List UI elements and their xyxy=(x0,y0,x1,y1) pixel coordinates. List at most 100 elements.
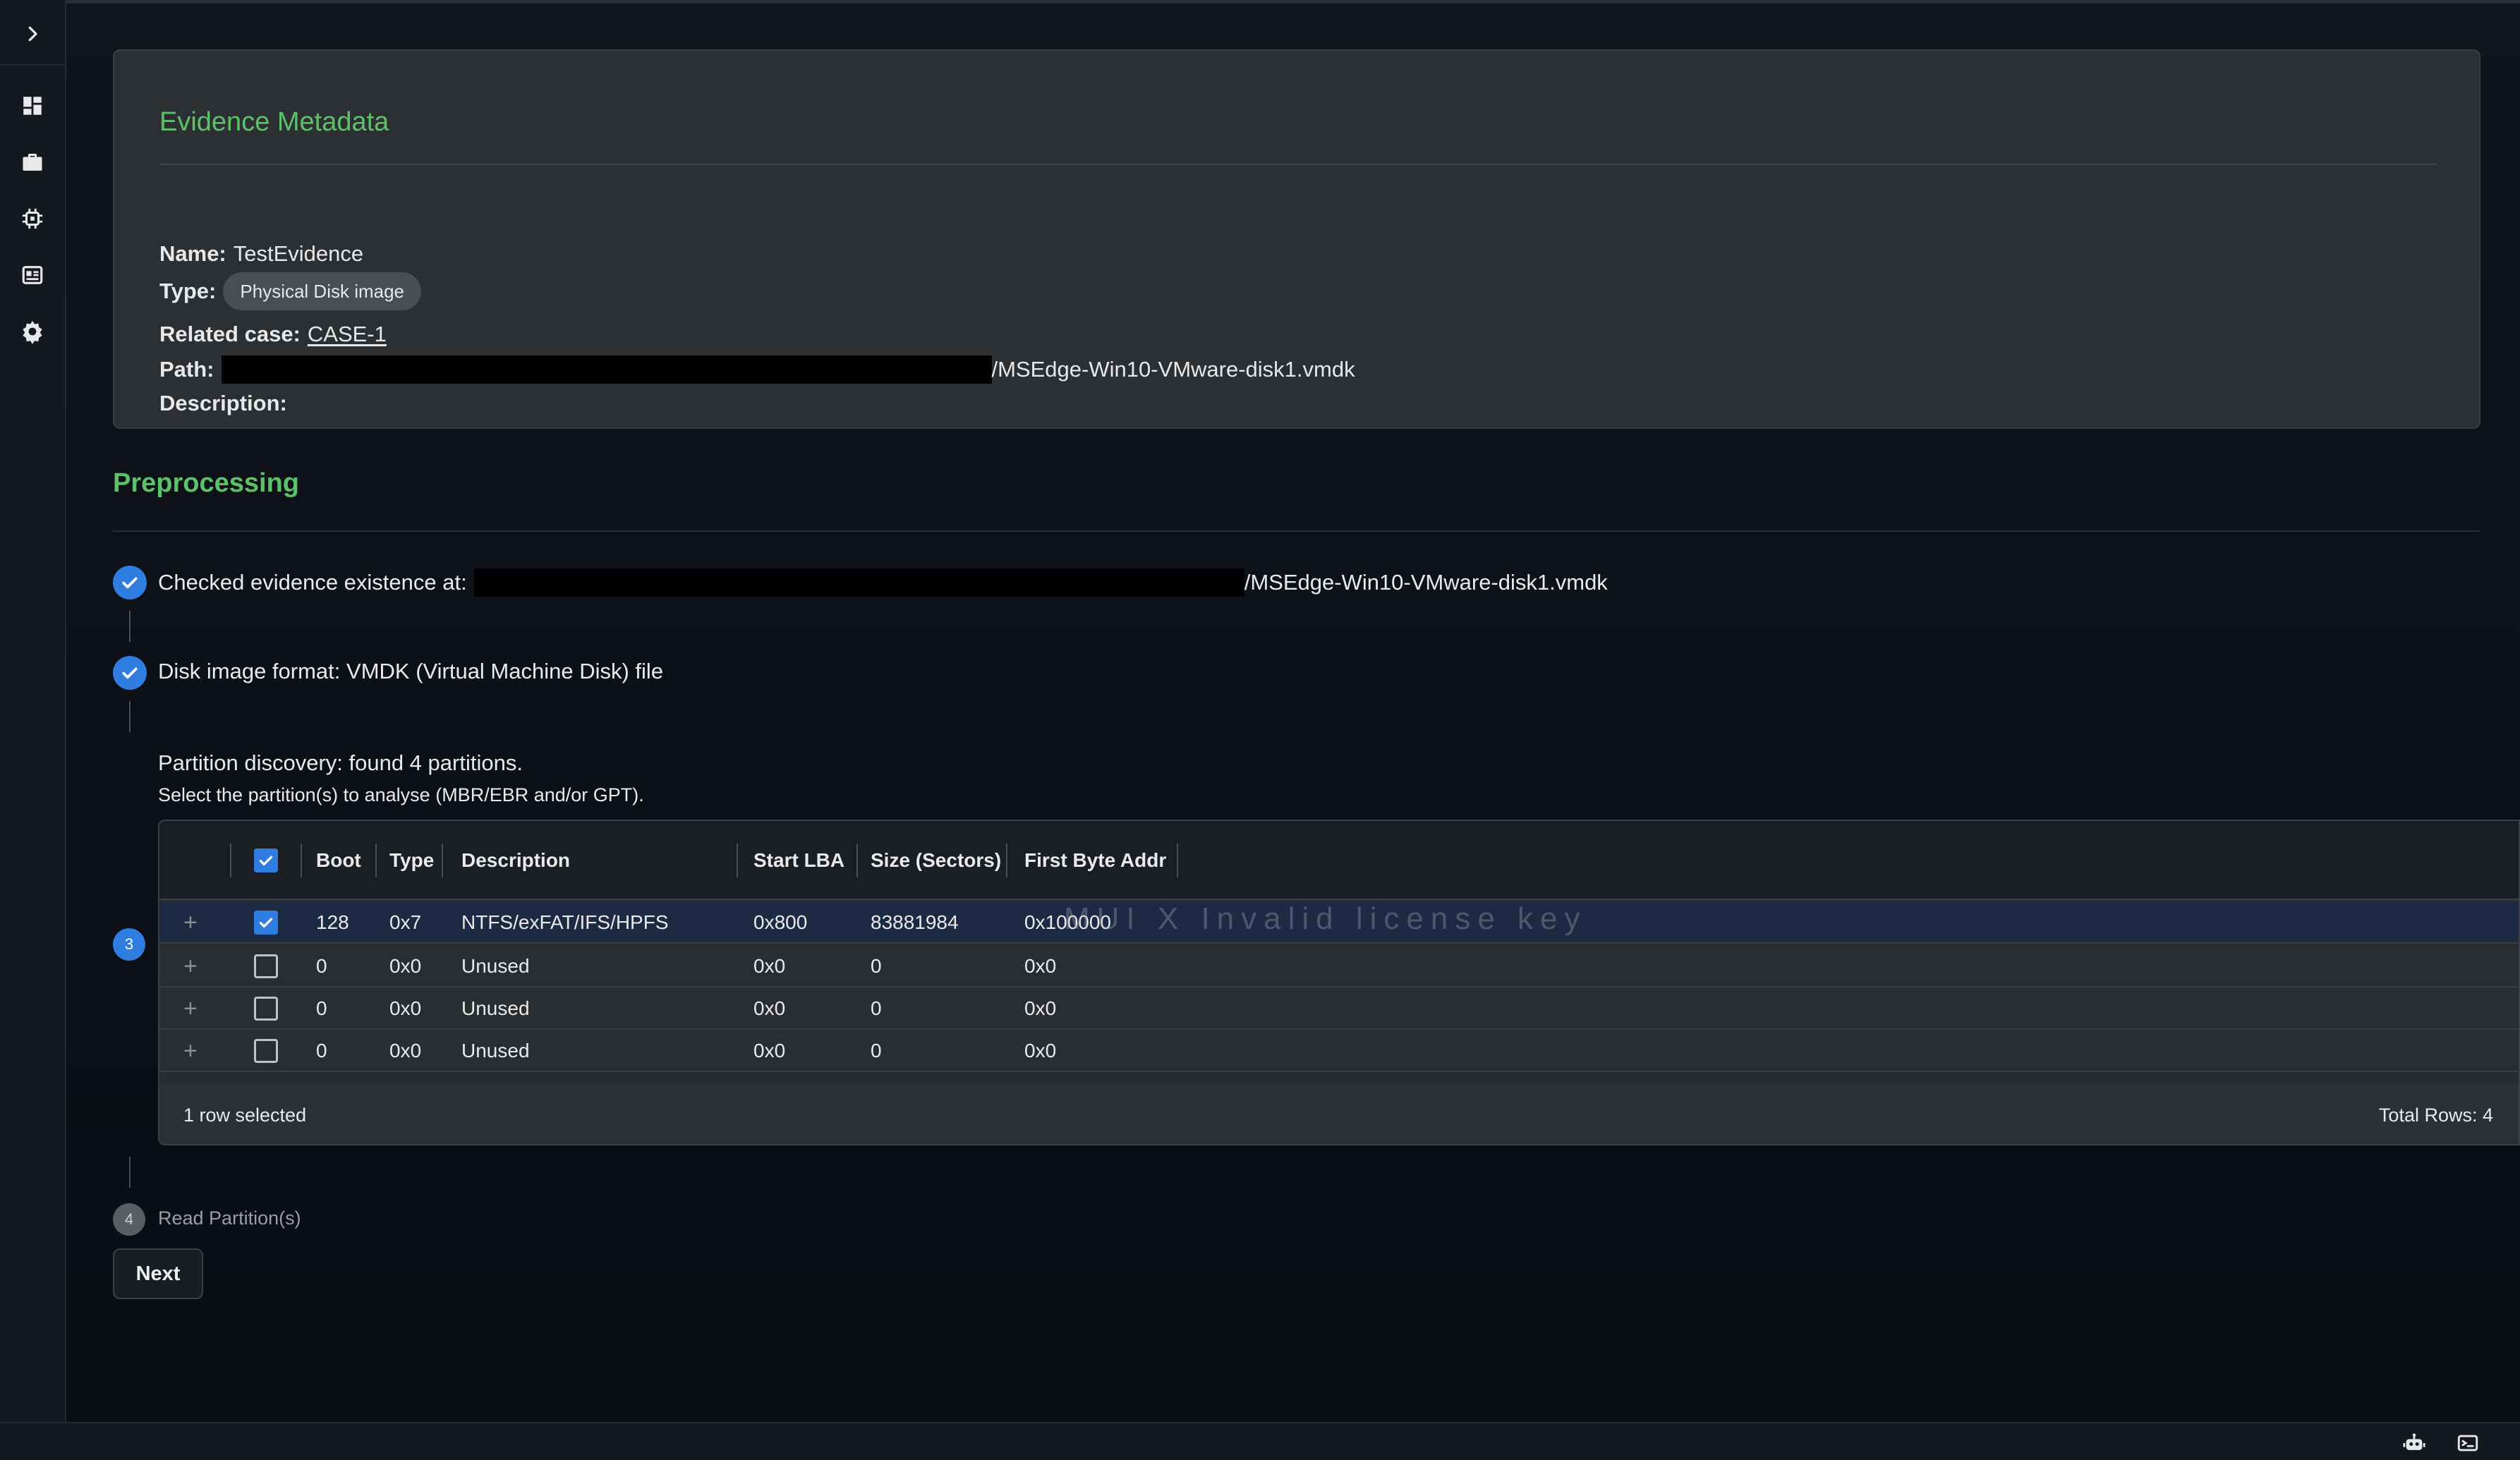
step-partition-instructions: Select the partition(s) to analyse (MBR/… xyxy=(158,784,644,805)
dashboard-icon xyxy=(23,97,42,115)
expand-row-button[interactable]: + xyxy=(183,945,198,987)
column-header-first-byte[interactable]: First Byte Addr xyxy=(1024,821,1166,900)
chip-icon xyxy=(22,208,43,229)
cell-description: Unused xyxy=(461,955,530,977)
partition-table: Boot Type Description Start LBA Size (Se… xyxy=(158,820,2520,1145)
row-checkbox[interactable] xyxy=(254,945,278,987)
column-separator xyxy=(301,844,302,877)
total-rows-count: Total Rows: 4 xyxy=(2378,1104,2493,1126)
column-separator xyxy=(1006,844,1007,877)
row-checkbox[interactable] xyxy=(254,1030,278,1072)
terminal-button[interactable] xyxy=(2454,1429,2482,1457)
step-evidence-existence: Checked evidence existence at: /MSEdge-W… xyxy=(158,568,1608,597)
selected-rows-count: 1 row selected xyxy=(183,1104,307,1126)
column-header-type[interactable]: Type xyxy=(389,821,434,900)
cell-first-byte: 0x0 xyxy=(1024,997,1057,1019)
expand-row-button[interactable]: + xyxy=(183,987,198,1030)
cell-size: 83881984 xyxy=(871,911,959,933)
cell-size: 0 xyxy=(871,955,882,977)
gear-icon xyxy=(23,321,42,344)
cell-type: 0x7 xyxy=(389,911,422,933)
sidebar-item-reports[interactable] xyxy=(16,258,49,292)
sidebar-toggle-button[interactable] xyxy=(0,4,65,66)
newspaper-icon xyxy=(22,266,43,284)
step1-label: Checked evidence existence at: xyxy=(158,570,467,595)
table-header: Boot Type Description Start LBA Size (Se… xyxy=(159,821,2519,900)
cell-boot: 0 xyxy=(316,997,327,1019)
check-icon xyxy=(122,667,138,679)
cell-first-byte: 0x100000 xyxy=(1024,911,1112,933)
column-header-start-lba[interactable]: Start LBA xyxy=(753,821,844,900)
redacted-block xyxy=(221,355,992,384)
name-label: Name: xyxy=(159,241,226,266)
sidebar-item-evidence[interactable] xyxy=(16,202,49,236)
meta-path-row: Path: /MSEdge-Win10-VMware-disk1.vmdk xyxy=(159,355,1355,384)
checkbox xyxy=(254,848,278,872)
related-case-label: Related case: xyxy=(159,322,301,346)
cell-type: 0x0 xyxy=(389,997,422,1019)
cell-start-lba: 0x0 xyxy=(753,1040,786,1061)
column-separator xyxy=(856,844,858,877)
table-row[interactable]: + 0 0x0 Unused 0x0 0 0x0 xyxy=(159,987,2519,1030)
cell-first-byte: 0x0 xyxy=(1024,1040,1057,1061)
table-footer: 1 row selected Total Rows: 4 xyxy=(159,1085,2519,1144)
terminal-icon xyxy=(2457,1435,2478,1452)
cell-boot: 0 xyxy=(316,1040,327,1061)
sidebar xyxy=(0,0,66,1422)
table-row[interactable]: + 128 0x7 NTFS/exFAT/IFS/HPFS 0x800 8388… xyxy=(159,901,2519,944)
cell-start-lba: 0x800 xyxy=(753,911,808,933)
row-checkbox[interactable] xyxy=(254,987,278,1030)
expand-row-button[interactable]: + xyxy=(183,901,198,944)
sidebar-item-settings[interactable] xyxy=(16,315,49,348)
checkbox xyxy=(254,997,278,1021)
checkbox xyxy=(254,1039,278,1063)
evidence-metadata-title: Evidence Metadata xyxy=(159,107,389,137)
meta-type-row: Type: Physical Disk image xyxy=(159,272,422,310)
path-value: /MSEdge-Win10-VMware-disk1.vmdk xyxy=(991,357,1355,382)
related-case-link[interactable]: CASE-1 xyxy=(308,322,387,347)
check-icon xyxy=(259,856,273,866)
step-number-4: 4 xyxy=(113,1203,145,1236)
section-divider xyxy=(113,530,2480,532)
column-header-description[interactable]: Description xyxy=(461,821,570,900)
column-header-size[interactable]: Size (Sectors) xyxy=(871,821,1001,900)
preprocessing-title: Preprocessing xyxy=(113,468,299,498)
description-label: Description: xyxy=(159,391,287,415)
cell-size: 0 xyxy=(871,997,882,1019)
column-separator xyxy=(442,844,443,877)
select-all-checkbox[interactable] xyxy=(254,821,278,900)
row-checkbox[interactable] xyxy=(254,901,278,944)
meta-name-row: Name: TestEvidence xyxy=(159,241,363,267)
type-chip: Physical Disk image xyxy=(223,272,422,310)
card-divider xyxy=(159,164,2437,165)
check-icon xyxy=(259,918,273,928)
column-separator xyxy=(737,844,738,877)
cell-start-lba: 0x0 xyxy=(753,955,786,977)
sidebar-item-cases[interactable] xyxy=(16,145,49,179)
step-connector xyxy=(129,701,131,732)
redacted-block xyxy=(473,568,1244,597)
cell-description: NTFS/exFAT/IFS/HPFS xyxy=(461,911,669,933)
table-row[interactable]: + 0 0x0 Unused 0x0 0 0x0 xyxy=(159,945,2519,987)
column-header-boot[interactable]: Boot xyxy=(316,821,361,900)
cell-boot: 128 xyxy=(316,911,349,933)
cell-type: 0x0 xyxy=(389,1040,422,1061)
expand-row-button[interactable]: + xyxy=(183,1030,198,1072)
cell-boot: 0 xyxy=(316,955,327,977)
step-partition-discovery: Partition discovery: found 4 partitions. xyxy=(158,750,523,775)
next-button[interactable]: Next xyxy=(113,1248,203,1299)
check-icon xyxy=(122,577,138,589)
evidence-metadata-card: Evidence Metadata Name: TestEvidence Typ… xyxy=(113,49,2480,429)
step-connector xyxy=(129,1157,131,1188)
step-disk-format: Disk image format: VMDK (Virtual Machine… xyxy=(158,659,664,683)
meta-case-row: Related case: CASE-1 xyxy=(159,322,387,347)
meta-description-row: Description: xyxy=(159,391,294,416)
step1-path: /MSEdge-Win10-VMware-disk1.vmdk xyxy=(1244,570,1608,595)
cell-description: Unused xyxy=(461,1040,530,1061)
table-row[interactable]: + 0 0x0 Unused 0x0 0 0x0 xyxy=(159,1030,2519,1072)
sidebar-item-dashboard[interactable] xyxy=(16,89,49,123)
column-separator xyxy=(1177,844,1178,877)
chevron-right-icon xyxy=(28,26,37,42)
assistant-button[interactable] xyxy=(2400,1429,2428,1457)
column-separator xyxy=(230,844,231,877)
